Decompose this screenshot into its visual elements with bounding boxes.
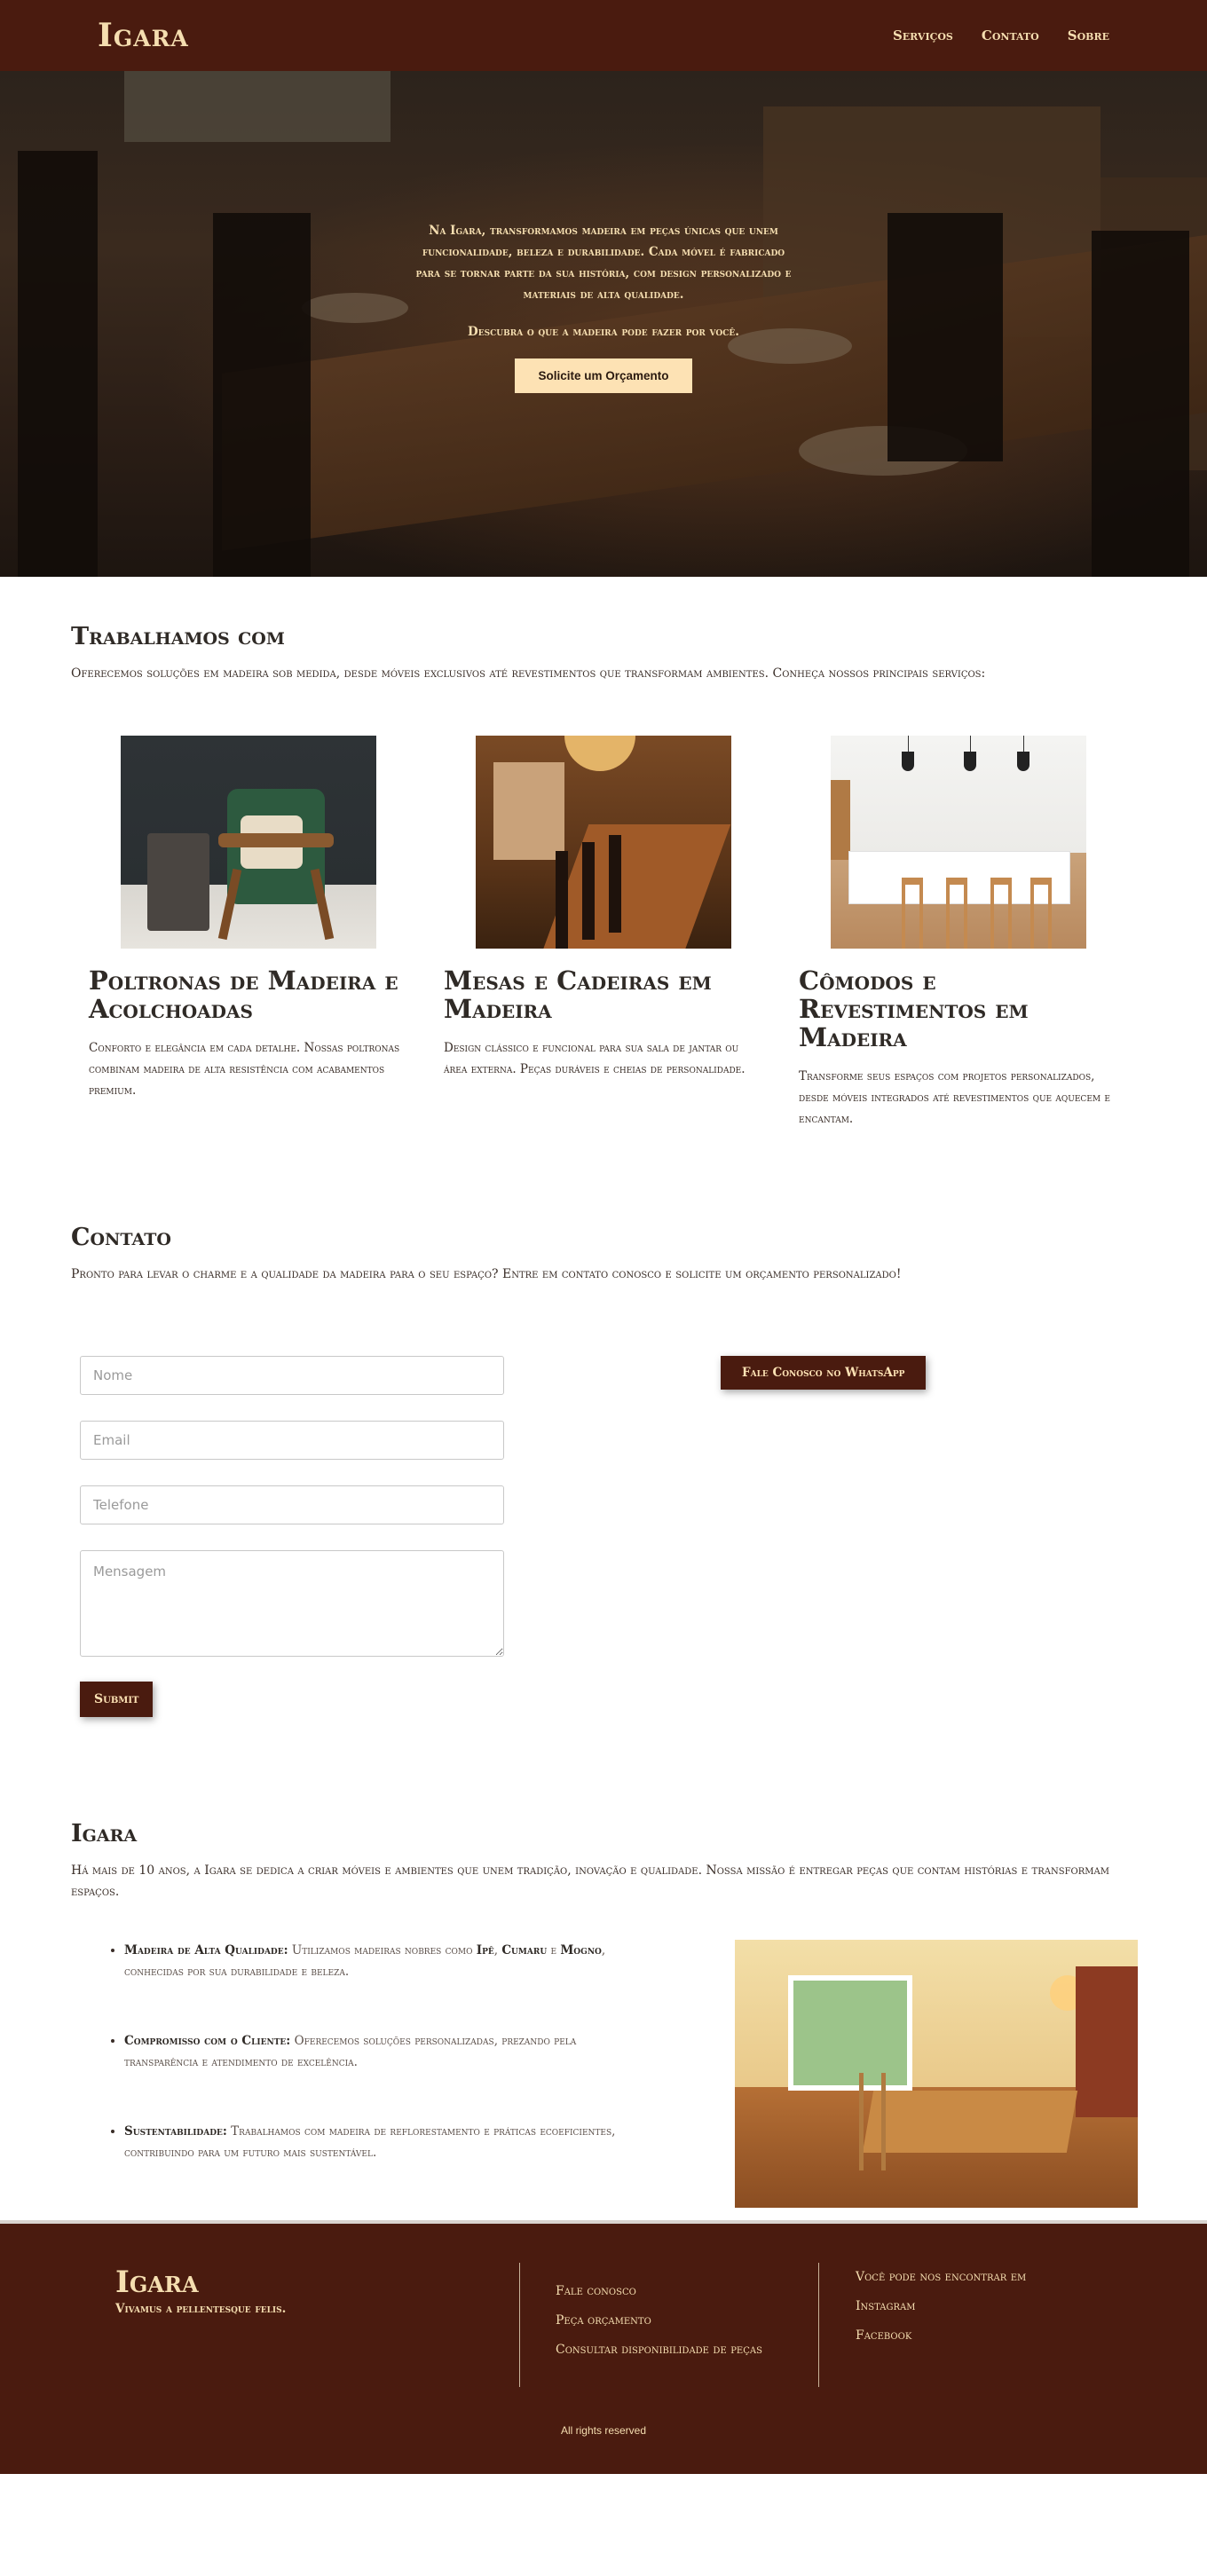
name-field[interactable] xyxy=(80,1356,504,1395)
facebook-link[interactable]: Facebook xyxy=(856,2328,1026,2343)
copyright-text: All rights reserved xyxy=(560,2424,647,2437)
nav-link-contato[interactable]: Contato xyxy=(982,28,1039,43)
submit-button[interactable]: Submit xyxy=(80,1682,154,1717)
hero-text: Na Igara, transformamos madeira em peças… xyxy=(415,224,792,302)
contact-section: Contato Pronto para levar o charme e a q… xyxy=(0,1130,1207,1717)
item-bold: Mogno xyxy=(560,1943,602,1958)
list-item: Sustentabilidade: Trabalhamos com madeir… xyxy=(124,2121,621,2163)
footer-link-availability[interactable]: Consultar disponibilidade de peças xyxy=(556,2343,762,2357)
dining-table-image xyxy=(476,736,731,949)
services-section: Trabalhamos com Oferecemos soluções em m… xyxy=(0,577,1207,1130)
message-field[interactable] xyxy=(80,1550,504,1657)
contact-lead: Pronto para levar o charme e a qualidade… xyxy=(71,1267,902,1281)
about-list: Madeira de Alta Qualidade: Utilizamos ma… xyxy=(71,1940,621,2211)
item-text: e xyxy=(547,1943,561,1958)
list-item: Madeira de Alta Qualidade: Utilizamos ma… xyxy=(124,1940,621,1982)
item-label: Compromisso com o Cliente: xyxy=(124,2034,291,2048)
kitchen-image xyxy=(831,736,1086,949)
phone-field[interactable] xyxy=(80,1485,504,1524)
hero-section: Na Igara, transformamos madeira em peças… xyxy=(0,71,1207,577)
item-label: Madeira de Alta Qualidade: xyxy=(124,1943,288,1958)
nav-link-sobre[interactable]: Sobre xyxy=(1068,28,1109,43)
list-item: Compromisso com o Cliente: Oferecemos so… xyxy=(124,2030,621,2073)
about-title: Igara xyxy=(71,1820,138,1847)
service-card-text: Transforme seus espaços com projetos per… xyxy=(799,1069,1110,1126)
services-lead: Oferecemos soluções em madeira sob medid… xyxy=(71,666,986,681)
contact-form: Submit xyxy=(71,1356,508,1717)
hero-background-window xyxy=(124,71,390,142)
site-footer: Igara Vivamus a pellentesque felis. Fale… xyxy=(0,2220,1207,2474)
footer-link-quote[interactable]: Peça orçamento xyxy=(556,2313,762,2328)
service-card-title: Mesas e Cadeiras em Madeira xyxy=(444,965,712,1024)
service-card-armchairs: Poltronas de Madeira e Acolchoadas Confo… xyxy=(89,736,408,1130)
dining-room-photo xyxy=(735,1940,1138,2208)
main-nav: Serviços Contato Sobre xyxy=(893,28,1109,43)
item-text: Utilizamos madeiras nobres como xyxy=(291,1943,477,1958)
footer-links: Fale conosco Peça orçamento Consultar di… xyxy=(556,2284,762,2372)
logo[interactable]: Igara xyxy=(98,17,189,54)
armchair-image xyxy=(121,736,376,949)
service-card-title: Poltronas de Madeira e Acolchoadas xyxy=(89,965,398,1024)
footer-social: Você pode nos encontrar em Instagram Fac… xyxy=(856,2270,1026,2358)
nav-link-servicos[interactable]: Serviços xyxy=(893,28,953,43)
about-lead: Há mais de 10 anos, a Igara se dedica a … xyxy=(71,1863,1109,1899)
service-card-rooms: Cômodos e Revestimentos em Madeira Trans… xyxy=(799,736,1118,1130)
hero-content: Na Igara, transformamos madeira em peças… xyxy=(0,220,1207,393)
footer-link-contact[interactable]: Fale conosco xyxy=(556,2284,762,2298)
email-field[interactable] xyxy=(80,1421,504,1460)
site-header: Igara Serviços Contato Sobre xyxy=(0,0,1207,71)
footer-divider xyxy=(818,2263,819,2387)
contact-title: Contato xyxy=(71,1224,171,1251)
service-card-tables: Mesas e Cadeiras em Madeira Design cláss… xyxy=(444,736,763,1130)
footer-tagline: Vivamus a pellentesque felis. xyxy=(115,2302,287,2316)
footer-logo[interactable]: Igara xyxy=(115,2265,286,2300)
footer-brand: Igara Vivamus a pellentesque felis. xyxy=(115,2265,286,2316)
about-section: Igara Há mais de 10 anos, a Igara se ded… xyxy=(0,1717,1207,2211)
whatsapp-area: Fale Conosco no WhatsApp xyxy=(508,1356,927,1717)
hero-subtext: Descubra o que a madeira pode fazer por … xyxy=(468,325,739,339)
whatsapp-button[interactable]: Fale Conosco no WhatsApp xyxy=(721,1356,927,1390)
about-body: Madeira de Alta Qualidade: Utilizamos ma… xyxy=(71,1902,1138,2211)
item-bold: Ipê xyxy=(476,1943,494,1958)
services-cards: Poltronas de Madeira e Acolchoadas Confo… xyxy=(71,684,1136,1130)
instagram-link[interactable]: Instagram xyxy=(856,2299,1026,2313)
item-label: Sustentabilidade: xyxy=(124,2124,227,2139)
service-card-text: Design clássico e funcional para sua sal… xyxy=(444,1041,746,1076)
contact-body: Submit Fale Conosco no WhatsApp xyxy=(71,1285,1136,1717)
footer-divider xyxy=(519,2263,520,2387)
service-card-title: Cômodos e Revestimentos em Madeira xyxy=(799,965,1029,1052)
item-bold: Cumaru xyxy=(501,1943,548,1958)
request-quote-button[interactable]: Solicite um Orçamento xyxy=(515,358,692,393)
services-title: Trabalhamos com xyxy=(71,623,285,650)
service-card-text: Conforto e elegância em cada detalhe. No… xyxy=(89,1041,400,1098)
footer-social-title: Você pode nos encontrar em xyxy=(856,2270,1027,2284)
